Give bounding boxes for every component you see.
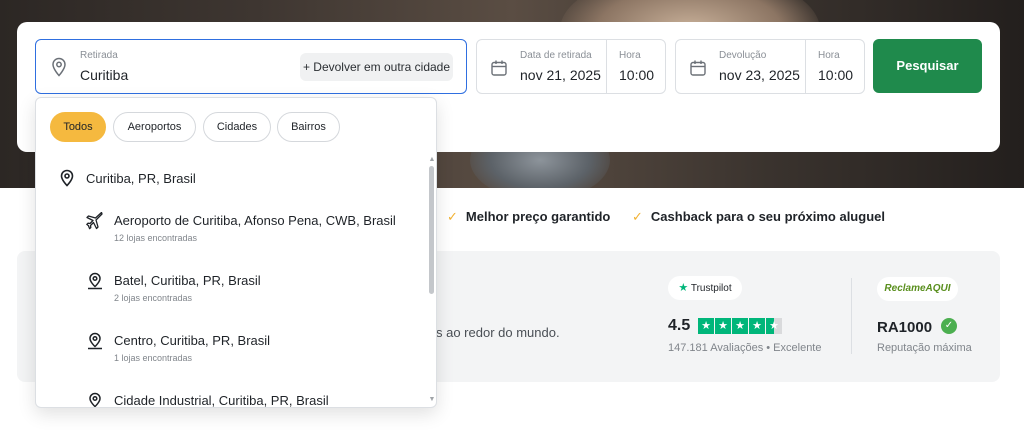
return-date-input[interactable]: nov 23, 2025 (719, 67, 800, 83)
map-pin-icon (88, 272, 102, 290)
pickup-label: Retirada (80, 50, 118, 61)
reclameaqui-caption: Reputação máxima (877, 342, 972, 354)
filter-chip-aeroportos[interactable]: Aeroportos (113, 112, 196, 142)
location-dropdown: Todos Aeroportos Cidades Bairros Curitib… (35, 97, 437, 408)
return-date-label: Devolução (719, 50, 767, 61)
pickup-input[interactable]: Curitiba (80, 67, 128, 83)
benefit-cashback: ✓ Cashback para o seu próximo aluguel (632, 209, 885, 225)
result-item-city[interactable]: Curitiba, PR, Brasil (36, 154, 428, 198)
trustpilot-score: 4.5 (668, 317, 691, 334)
star-icon: ★ (732, 318, 748, 334)
filter-chip-cidades[interactable]: Cidades (203, 112, 271, 142)
pickup-date-input[interactable]: nov 21, 2025 (520, 67, 601, 83)
result-item-neighborhood[interactable]: Batel, Curitiba, PR, Brasil 2 lojas enco… (36, 262, 428, 320)
result-title: Aeroporto de Curitiba, Afonso Pena, CWB,… (114, 213, 396, 228)
pickup-date-label: Data de retirada (520, 50, 592, 61)
trustpilot-badge-label: Trustpilot (690, 283, 732, 294)
result-item-airport[interactable]: Aeroporto de Curitiba, Afonso Pena, CWB,… (36, 202, 428, 260)
filter-chip-bairros[interactable]: Bairros (277, 112, 340, 142)
trustpilot-badge[interactable]: ★ Trustpilot (668, 276, 742, 300)
pickup-location-field[interactable]: Retirada Curitiba + Devolver em outra ci… (35, 39, 467, 94)
result-title: Centro, Curitiba, PR, Brasil (114, 333, 271, 348)
return-time-label: Hora (818, 50, 840, 61)
search-button[interactable]: Pesquisar (873, 39, 982, 93)
reclameaqui-badge[interactable]: ReclameAQUI (877, 277, 958, 301)
calendar-icon (690, 60, 706, 76)
map-pin-icon (89, 392, 101, 407)
location-pin-icon (60, 169, 74, 187)
ratings-divider (851, 278, 852, 354)
scroll-up-icon[interactable]: ▲ (428, 156, 436, 164)
location-pin-icon (52, 57, 66, 77)
reclameaqui-score: RA1000 (877, 319, 933, 336)
star-icon: ★ (715, 318, 731, 334)
check-icon: ✓ (632, 209, 643, 224)
verified-check-icon: ✓ (941, 318, 957, 334)
pickup-date-group: Data de retirada nov 21, 2025 Hora 10:00 (476, 39, 666, 94)
star-icon: ★ (749, 318, 765, 334)
benefit-label: Cashback para o seu próximo aluguel (650, 209, 885, 224)
calendar-icon (491, 60, 507, 76)
airplane-icon (86, 212, 103, 230)
scroll-down-icon[interactable]: ▼ (428, 396, 436, 404)
pickup-time-input[interactable]: 10:00 (619, 67, 654, 83)
map-pin-icon (88, 332, 102, 350)
result-item-neighborhood[interactable]: Cidade Industrial, Curitiba, PR, Brasil (36, 382, 428, 408)
half-star-icon: ★ (766, 318, 782, 334)
result-store-count: 12 lojas encontradas (114, 233, 198, 243)
results-list: Curitiba, PR, Brasil Aeroporto de Curiti… (36, 154, 428, 408)
result-title: Batel, Curitiba, PR, Brasil (114, 273, 261, 288)
return-date-group: Devolução nov 23, 2025 Hora 10:00 (675, 39, 865, 94)
trustpilot-stars: ★ ★ ★ ★ ★ (698, 318, 782, 334)
result-store-count: 2 lojas encontradas (114, 293, 193, 303)
check-icon: ✓ (447, 209, 458, 224)
pickup-time-label: Hora (619, 50, 641, 61)
result-item-neighborhood[interactable]: Centro, Curitiba, PR, Brasil 1 lojas enc… (36, 322, 428, 380)
result-title: Cidade Industrial, Curitiba, PR, Brasil (114, 393, 329, 408)
result-title: Curitiba, PR, Brasil (86, 171, 196, 186)
trustpilot-reviews: 147.181 Avaliações • Excelente (668, 342, 822, 354)
result-store-count: 1 lojas encontradas (114, 353, 193, 363)
trustpilot-star-icon: ★ (678, 282, 689, 294)
divider (805, 40, 806, 93)
return-other-city-button[interactable]: + Devolver em outra cidade (300, 53, 453, 81)
star-icon: ★ (698, 318, 714, 334)
benefit-best-price: ✓ Melhor preço garantido (447, 209, 610, 225)
benefit-label: Melhor preço garantido (465, 209, 611, 224)
scrollbar-thumb[interactable] (429, 166, 434, 294)
info-text: s ao redor do mundo. (436, 325, 560, 340)
filter-chip-todos[interactable]: Todos (50, 112, 106, 142)
divider (606, 40, 607, 93)
return-time-input[interactable]: 10:00 (818, 67, 853, 83)
